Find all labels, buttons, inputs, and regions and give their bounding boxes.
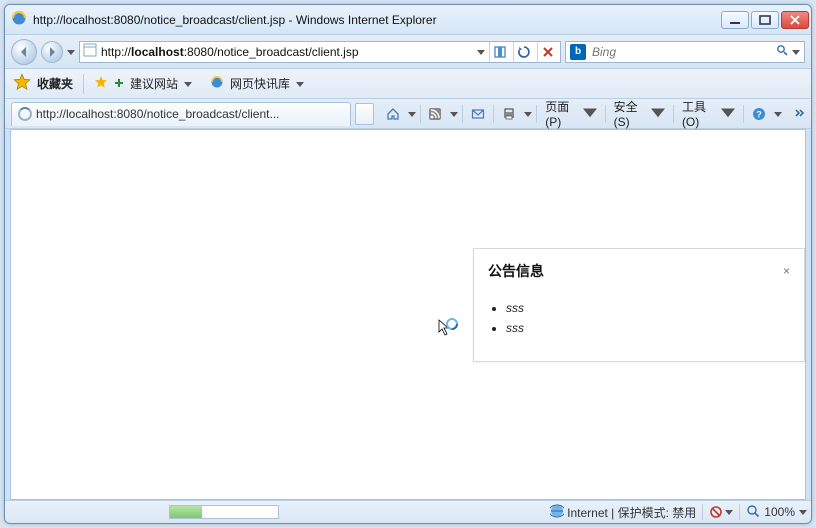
new-tab-button[interactable]	[355, 103, 374, 125]
notice-list: sss sss	[506, 301, 790, 335]
zoom-icon	[746, 504, 760, 521]
notice-close-button[interactable]: ×	[783, 264, 790, 278]
safety-menu-label: 安全(S)	[614, 98, 649, 129]
notice-title: 公告信息	[488, 261, 544, 281]
safety-menu[interactable]: 安全(S)	[610, 103, 669, 125]
favorites-bar: 收藏夹 建议网站 网页快讯库	[5, 69, 811, 99]
title-sep: -	[289, 13, 296, 27]
home-dropdown[interactable]	[408, 107, 416, 121]
command-overflow-button[interactable]	[795, 107, 805, 121]
tab-command-bar: http://localhost:8080/notice_broadcast/c…	[5, 99, 811, 129]
notice-panel: 公告信息 × sss sss	[473, 248, 805, 362]
feeds-dropdown[interactable]	[450, 107, 458, 121]
address-url: http://localhost:8080/notice_broadcast/c…	[101, 45, 473, 59]
favorites-label[interactable]: 收藏夹	[37, 75, 73, 92]
navigation-bar: http://localhost:8080/notice_broadcast/c…	[5, 35, 811, 69]
page-viewport: 公告信息 × sss sss	[10, 129, 806, 500]
close-button[interactable]	[781, 11, 809, 29]
progress-bar	[169, 505, 279, 519]
url-prefix: http://	[101, 45, 131, 59]
print-button[interactable]	[498, 103, 520, 125]
page-menu[interactable]: 页面(P)	[541, 103, 600, 125]
security-zone-text: Internet | 保护模式: 禁用	[567, 504, 696, 521]
active-tab[interactable]: http://localhost:8080/notice_broadcast/c…	[11, 102, 351, 126]
webslice-icon	[210, 75, 224, 92]
bing-icon: b	[570, 44, 586, 60]
browser-window: http://localhost:8080/notice_broadcast/c…	[4, 4, 812, 524]
suggested-sites-link[interactable]: 建议网站	[130, 75, 178, 92]
zoom-level: 100%	[764, 505, 795, 519]
zoom-control[interactable]: 100%	[746, 504, 807, 521]
page-favicon	[83, 43, 97, 60]
search-input[interactable]	[590, 44, 772, 60]
favorites-separator	[83, 74, 84, 94]
tools-menu-label: 工具(O)	[682, 98, 719, 129]
feeds-button[interactable]	[424, 103, 446, 125]
security-zone[interactable]: Internet | 保护模式: 禁用	[550, 504, 696, 521]
web-slice-link[interactable]: 网页快讯库	[230, 75, 290, 92]
search-box[interactable]: b	[565, 41, 805, 63]
nav-history-dropdown[interactable]	[67, 45, 75, 59]
minimize-button[interactable]	[721, 11, 749, 29]
stop-button[interactable]	[537, 42, 557, 62]
suggest-star-icon	[94, 75, 108, 92]
notice-item: sss	[506, 301, 790, 315]
notice-item: sss	[506, 321, 790, 335]
forward-button[interactable]	[41, 41, 63, 63]
back-button[interactable]	[11, 39, 37, 65]
tab-loading-icon	[18, 107, 32, 121]
read-mail-button[interactable]	[467, 103, 489, 125]
help-dropdown[interactable]	[774, 107, 782, 121]
tools-menu[interactable]: 工具(O)	[678, 103, 739, 125]
url-rest: :8080/notice_broadcast/client.jsp	[184, 45, 359, 59]
title-app: Windows Internet Explorer	[296, 13, 437, 27]
refresh-button[interactable]	[513, 42, 533, 62]
tab-label: http://localhost:8080/notice_broadcast/c…	[36, 107, 280, 121]
busy-cursor-icon	[437, 318, 459, 343]
help-button[interactable]: ?	[748, 103, 770, 125]
add-favorite-icon[interactable]	[114, 77, 124, 91]
address-bar[interactable]: http://localhost:8080/notice_broadcast/c…	[79, 41, 561, 63]
progress-fill	[170, 506, 202, 518]
home-button[interactable]	[382, 103, 404, 125]
title-bar: http://localhost:8080/notice_broadcast/c…	[5, 5, 811, 35]
globe-icon	[550, 504, 567, 521]
web-slice-dropdown[interactable]	[296, 77, 304, 91]
suggested-sites-dropdown[interactable]	[184, 77, 192, 91]
maximize-button[interactable]	[751, 11, 779, 29]
address-dropdown[interactable]	[477, 45, 485, 59]
status-bar: Internet | 保护模式: 禁用 100%	[5, 500, 811, 523]
window-title: http://localhost:8080/notice_broadcast/c…	[33, 13, 437, 27]
print-dropdown[interactable]	[524, 107, 532, 121]
page-menu-label: 页面(P)	[545, 98, 580, 129]
svg-text:?: ?	[756, 109, 762, 119]
url-host: localhost	[131, 45, 184, 59]
ie-icon	[11, 10, 27, 29]
status-protected-dropdown[interactable]	[709, 505, 733, 519]
title-url: http://localhost:8080/notice_broadcast/c…	[33, 13, 285, 27]
search-button[interactable]	[776, 44, 788, 59]
favorites-star-icon[interactable]	[13, 73, 31, 94]
compat-view-button[interactable]	[489, 42, 509, 62]
search-dropdown[interactable]	[792, 45, 800, 59]
